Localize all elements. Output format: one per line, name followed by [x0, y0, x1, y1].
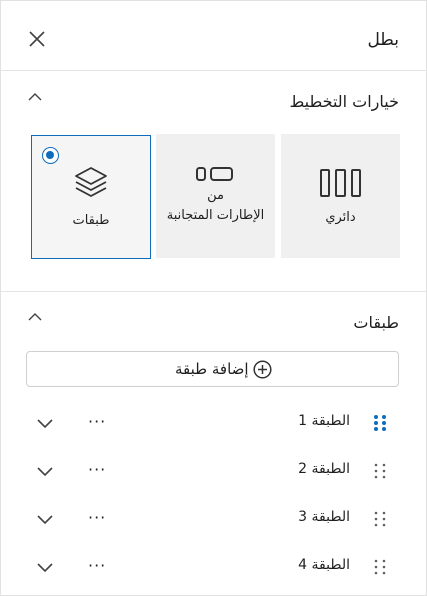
layer-label-1: الطبقة 1	[298, 413, 350, 429]
layout-option-layers[interactable]: طبقات	[31, 135, 151, 259]
layers-icon	[75, 167, 107, 197]
layers-section-title: طبقات	[353, 313, 399, 332]
tiles-icon	[196, 167, 233, 181]
collapse-layers-chevron-icon[interactable]	[27, 312, 43, 322]
layout-option-layers-label: طبقات	[72, 213, 110, 228]
layout-options-title: خيارات التخطيط	[289, 92, 399, 111]
drag-handle-icon[interactable]	[372, 413, 388, 433]
more-options-icon[interactable]: ···	[88, 412, 106, 431]
layer-row-2[interactable]: ··· الطبقة 2	[0, 449, 427, 493]
add-layer-label: إضافة طبقة	[175, 360, 249, 378]
layout-option-carousel-label: دائري	[325, 210, 356, 225]
layout-option-tiles-label-line1: من	[207, 188, 224, 203]
layout-option-carousel[interactable]: دائري	[281, 134, 400, 258]
expand-chevron-icon[interactable]	[36, 561, 54, 573]
layout-option-tiles[interactable]: من الإطارات المتجانبة	[156, 134, 275, 258]
add-circle-icon	[253, 360, 272, 379]
more-options-icon[interactable]: ···	[88, 556, 106, 575]
layout-option-tiles-label-line2: الإطارات المتجانبة	[166, 208, 265, 223]
layer-row-1[interactable]: ··· الطبقة 1	[0, 401, 427, 445]
expand-chevron-icon[interactable]	[36, 513, 54, 525]
layer-label-3: الطبقة 3	[298, 509, 350, 525]
layers-selected-radio[interactable]	[42, 147, 59, 164]
header-divider	[0, 70, 427, 71]
add-layer-button[interactable]: إضافة طبقة	[26, 351, 399, 387]
section-divider	[0, 291, 427, 292]
carousel-icon	[320, 169, 361, 197]
panel-title: بطل	[367, 30, 399, 50]
more-options-icon[interactable]: ···	[88, 460, 106, 479]
drag-handle-icon[interactable]	[372, 461, 388, 481]
expand-chevron-icon[interactable]	[36, 465, 54, 477]
drag-handle-icon[interactable]	[372, 557, 388, 577]
expand-chevron-icon[interactable]	[36, 417, 54, 429]
layer-label-4: الطبقة 4	[298, 557, 350, 573]
more-options-icon[interactable]: ···	[88, 508, 106, 527]
layer-row-3[interactable]: ··· الطبقة 3	[0, 497, 427, 541]
drag-handle-icon[interactable]	[372, 509, 388, 529]
layer-label-2: الطبقة 2	[298, 461, 350, 477]
close-icon[interactable]	[28, 30, 46, 48]
layer-row-4[interactable]: ··· الطبقة 4	[0, 545, 427, 589]
collapse-layout-chevron-icon[interactable]	[27, 92, 43, 102]
